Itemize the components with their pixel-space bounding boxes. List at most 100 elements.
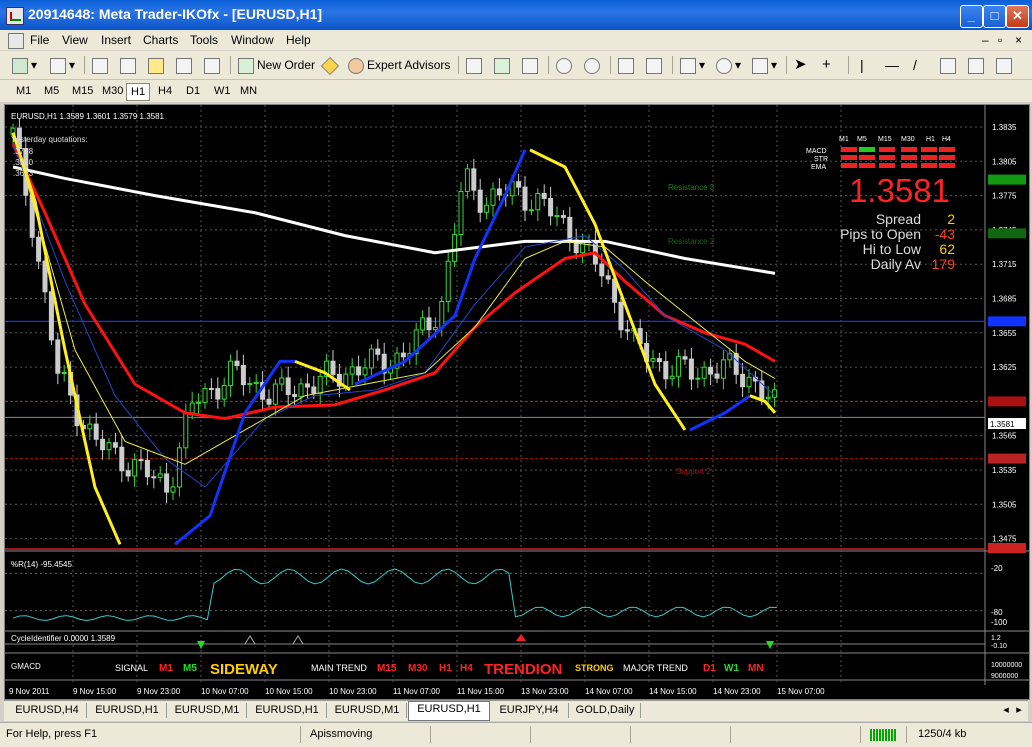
resistance-2-label: Resistance 2: [668, 237, 715, 246]
text-tool-button[interactable]: [968, 55, 987, 75]
close-button[interactable]: ✕: [1006, 5, 1029, 28]
level-price-tag: [988, 174, 1026, 185]
candle-body: [330, 360, 336, 375]
gmacd-m15: M15: [377, 663, 397, 674]
periods-button[interactable]: ▾: [716, 55, 741, 75]
horizontal-line-button[interactable]: —: [885, 55, 899, 75]
price-axis: 1.38351.38051.37751.37451.37151.36851.36…: [988, 123, 1026, 553]
minimize-button[interactable]: _: [960, 5, 983, 28]
candlesticks-button[interactable]: [494, 55, 513, 75]
time-tick-label: 11 Nov 15:00: [457, 687, 505, 696]
chart-shift-button[interactable]: [646, 55, 665, 75]
expert-advisors-label: Expert Advisors: [367, 58, 451, 72]
candle-body: [36, 236, 42, 262]
new-chart-button[interactable]: ▾: [12, 55, 37, 75]
signal-cell: [841, 147, 857, 152]
candle-body: [247, 383, 253, 386]
price-tick-label: 1.3655: [992, 329, 1017, 338]
timeframe-m15[interactable]: M15: [68, 83, 97, 99]
terminal-button[interactable]: [176, 55, 195, 75]
chart-window[interactable]: EURUSD,H1 1.3589 1.3601 1.3579 1.3581 Ye…: [4, 104, 1030, 700]
chart-tab[interactable]: EURUSD,M1: [328, 703, 407, 718]
time-tick-label: 14 Nov 15:00: [649, 687, 697, 696]
strategy-tester-button[interactable]: [204, 55, 223, 75]
chart-tab[interactable]: GOLD,Daily: [570, 703, 641, 718]
chart-tab-active[interactable]: EURUSD,H1: [408, 701, 490, 721]
chart-tab[interactable]: EURJPY,H4: [490, 703, 569, 718]
auto-scroll-icon: [618, 57, 634, 74]
panel-header-h1: H1: [926, 136, 935, 143]
gmacd-d1: D1: [703, 663, 716, 674]
menu-insert[interactable]: Insert: [101, 33, 131, 47]
navigator-button[interactable]: [148, 55, 167, 75]
level-price-tag: [988, 396, 1026, 407]
chart-tab[interactable]: EURUSD,M1: [168, 703, 247, 718]
candle-body: [362, 367, 368, 376]
mdi-minimize-button[interactable]: –: [982, 33, 989, 47]
templates-button[interactable]: ▾: [752, 55, 777, 75]
cycle-down-marker: [766, 641, 774, 649]
experts-toggle-button[interactable]: [320, 55, 341, 75]
tab-scroll-right-icon[interactable]: ▸: [1013, 703, 1025, 718]
indicators-button[interactable]: ▾: [680, 55, 705, 75]
timeframe-m30[interactable]: M30: [98, 83, 127, 99]
menu-tools[interactable]: Tools: [190, 33, 218, 47]
zoom-in-button[interactable]: [556, 55, 575, 75]
red-moving-average: [11, 143, 776, 421]
text-label-button[interactable]: [996, 55, 1015, 75]
chart-tab[interactable]: EURUSD,H4: [8, 703, 87, 718]
app-icon[interactable]: [6, 7, 24, 25]
price-chart[interactable]: EURUSD,H1 1.3589 1.3601 1.3579 1.3581 Ye…: [5, 105, 1029, 699]
data-window-button[interactable]: [120, 55, 139, 75]
time-tick-label: 10 Nov 15:00: [265, 687, 313, 696]
menu-help[interactable]: Help: [286, 33, 311, 47]
auto-scroll-button[interactable]: [618, 55, 637, 75]
fibonacci-button[interactable]: [940, 55, 959, 75]
timeframe-h1[interactable]: H1: [126, 83, 151, 101]
menu-window[interactable]: Window: [231, 33, 274, 47]
price-tick-label: 1.3565: [992, 432, 1017, 441]
timeframe-mn[interactable]: MN: [236, 83, 261, 99]
timeframe-w1[interactable]: W1: [210, 83, 235, 99]
menu-file[interactable]: File: [30, 33, 49, 47]
candle-body: [106, 442, 112, 451]
profiles-button[interactable]: ▾: [50, 55, 75, 75]
new-order-button[interactable]: New Order: [238, 55, 315, 75]
market-watch-icon: [92, 57, 108, 74]
resistance-3-label: Resistance 3: [668, 183, 715, 192]
vertical-line-button[interactable]: |: [860, 55, 864, 75]
bar-chart-button[interactable]: [466, 55, 485, 75]
support-2-label: Support 2: [676, 467, 711, 476]
candle-body: [618, 301, 624, 331]
timeframe-m5[interactable]: M5: [40, 83, 63, 99]
candle-body: [708, 366, 714, 375]
timeframe-h4[interactable]: H4: [154, 83, 176, 99]
chart-window-icon[interactable]: [8, 33, 24, 49]
williams-r-window: %R(14) -95.4545 -20 -80 -100: [11, 560, 1008, 627]
chart-tab[interactable]: EURUSD,H1: [88, 703, 167, 718]
signal-cell: [901, 147, 917, 152]
mdi-close-button[interactable]: ×: [1015, 33, 1022, 47]
chart-tab[interactable]: EURUSD,H1: [248, 703, 327, 718]
menu-view[interactable]: View: [62, 33, 88, 47]
mdi-restore-button[interactable]: ▫: [998, 33, 1002, 47]
market-watch-button[interactable]: [92, 55, 111, 75]
candle-body: [471, 168, 477, 191]
line-chart-button[interactable]: [522, 55, 541, 75]
candle-body: [272, 383, 278, 405]
candle-body: [202, 387, 208, 403]
tab-scroll-left-icon[interactable]: ◂: [1000, 703, 1012, 718]
signal-cell: [939, 155, 955, 160]
cursor-button[interactable]: ➤: [794, 55, 807, 75]
candle-body: [439, 301, 445, 329]
timeframe-d1[interactable]: D1: [182, 83, 204, 99]
fibo-fan-icon: [968, 57, 984, 74]
panel-row-str: STR: [814, 156, 828, 163]
maximize-button[interactable]: □: [983, 5, 1006, 28]
trendline-button[interactable]: /: [913, 55, 917, 75]
menu-charts[interactable]: Charts: [143, 33, 178, 47]
crosshair-button[interactable]: +: [822, 55, 831, 75]
expert-advisors-button[interactable]: Expert Advisors: [348, 55, 450, 75]
zoom-out-button[interactable]: [584, 55, 603, 75]
timeframe-m1[interactable]: M1: [12, 83, 35, 99]
